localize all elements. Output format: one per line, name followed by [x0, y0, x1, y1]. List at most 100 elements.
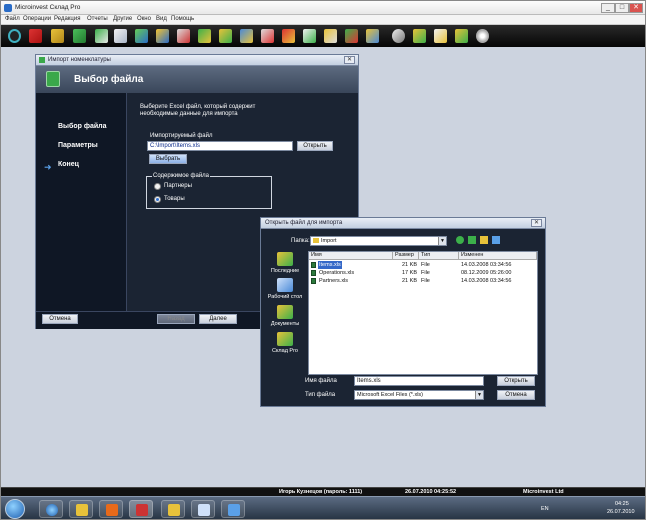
- place-recent[interactable]: Последние: [265, 252, 305, 274]
- file-row[interactable]: Partners.xls 21 KB File 14.03.2008 03:34…: [309, 277, 537, 285]
- choose-file-button[interactable]: Выбрать: [149, 154, 187, 164]
- tools-icon: [168, 504, 180, 516]
- folder-icon: [76, 504, 88, 516]
- column-modified[interactable]: Изменен: [459, 252, 537, 260]
- file-row[interactable]: Items.xls 21 KB File 14.03.2008 03:34:56: [309, 261, 537, 269]
- menu-help[interactable]: Помощь: [171, 16, 194, 22]
- cart-icon[interactable]: [177, 29, 190, 43]
- person-icon[interactable]: [135, 29, 148, 43]
- start-button[interactable]: [5, 499, 25, 519]
- boxes-green-icon[interactable]: [198, 29, 211, 43]
- boxes-stack-icon[interactable]: [345, 29, 358, 43]
- chevron-down-icon[interactable]: ▼: [438, 237, 446, 245]
- book-icon[interactable]: [95, 29, 108, 43]
- open-button[interactable]: Открыть: [497, 376, 535, 386]
- open-dialog-caption-bar: Открыть файл для импорта ✕: [261, 218, 545, 229]
- column-type[interactable]: Тип: [419, 252, 459, 260]
- filename-input[interactable]: Items.xls: [354, 376, 484, 386]
- menu-view[interactable]: Вид: [156, 16, 167, 22]
- step-end: Конец: [58, 161, 79, 168]
- menu-bar: Файл Операции Редакция Отчеты Другие Окн…: [1, 15, 645, 25]
- place-documents[interactable]: Документы: [265, 305, 305, 327]
- radio-partners[interactable]: [154, 183, 161, 190]
- media-player-icon: [106, 504, 118, 516]
- file-size: 17 KB: [402, 270, 417, 276]
- excel-file-icon: [311, 278, 316, 284]
- menu-edit[interactable]: Редакция: [54, 16, 80, 22]
- language-indicator[interactable]: EN: [541, 506, 549, 512]
- import-header: Выбор файла: [36, 66, 358, 93]
- chevron-down-icon[interactable]: ▼: [475, 391, 483, 399]
- boxes-icon[interactable]: [156, 29, 169, 43]
- filetype-select[interactable]: Microsoft Excel Files (*.xls) ▼: [354, 390, 484, 400]
- cancel-button[interactable]: Отмена: [497, 390, 535, 400]
- boxes-yellow-icon[interactable]: [219, 29, 232, 43]
- filename-label: Имя файла: [305, 378, 337, 384]
- menu-operations[interactable]: Операции: [23, 16, 51, 22]
- box-red-icon[interactable]: [29, 29, 42, 43]
- tray-time[interactable]: 04:25: [615, 501, 629, 507]
- radio-goods[interactable]: [154, 196, 161, 203]
- open-file-button[interactable]: Открыть: [297, 141, 333, 151]
- menu-reports[interactable]: Отчеты: [87, 16, 108, 22]
- boxes-red-icon[interactable]: [282, 29, 295, 43]
- open-dialog-caption: Открыть файл для импорта: [265, 220, 343, 226]
- desktop-icon: [277, 278, 293, 292]
- app-window: Microinvest Склад Pro _ □ ✕ Файл Операци…: [0, 0, 646, 520]
- internet-explorer-icon: [46, 504, 58, 516]
- radio-goods-label: Товары: [164, 196, 185, 202]
- box-down-icon[interactable]: [455, 29, 468, 43]
- import-close-button[interactable]: ✕: [344, 56, 355, 64]
- status-user: Игорь Кузнецов (пароль: 1111): [279, 489, 363, 495]
- column-size[interactable]: Размер: [393, 252, 419, 260]
- sklad-pro-icon: [136, 504, 148, 516]
- step-parameters: Параметры: [58, 142, 98, 149]
- taskbar-window[interactable]: [221, 500, 245, 518]
- file-row[interactable]: Operations.xls 17 KB File 08.12.2009 05:…: [309, 269, 537, 277]
- close-button[interactable]: ✕: [629, 3, 643, 13]
- box-list-icon[interactable]: [434, 29, 447, 43]
- place-sklad-pro[interactable]: Склад Pro: [265, 332, 305, 354]
- new-folder-icon[interactable]: [480, 236, 488, 244]
- file-path-input[interactable]: C:\Import\Items.xls: [147, 141, 293, 151]
- import-cancel-button[interactable]: Отмена: [42, 314, 78, 324]
- place-desktop[interactable]: Рабочий стол: [265, 278, 305, 300]
- taskbar-sklad-pro[interactable]: [129, 500, 153, 518]
- view-menu-icon[interactable]: [492, 236, 500, 244]
- minimize-button[interactable]: _: [601, 3, 615, 13]
- maximize-button[interactable]: □: [615, 3, 629, 13]
- menu-other[interactable]: Другие: [113, 16, 132, 22]
- back-icon[interactable]: [456, 236, 464, 244]
- taskbar-explorer[interactable]: [69, 500, 93, 518]
- taskbar-ie[interactable]: [39, 500, 63, 518]
- open-dialog-close-button[interactable]: ✕: [531, 219, 542, 227]
- menu-window[interactable]: Окно: [137, 16, 151, 22]
- back-button[interactable]: Назад: [157, 314, 195, 324]
- folder-select[interactable]: Import ▼: [310, 236, 447, 246]
- file-label: Импортируемый файл: [150, 133, 213, 139]
- box-yellow-icon[interactable]: [51, 29, 64, 43]
- box-star-icon[interactable]: [366, 29, 379, 43]
- column-name[interactable]: Имя: [309, 252, 393, 260]
- box-arrow-icon[interactable]: [413, 29, 426, 43]
- next-button[interactable]: Далее: [199, 314, 237, 324]
- box-cart-icon[interactable]: [261, 29, 274, 43]
- taskbar-media[interactable]: [99, 500, 123, 518]
- tray-date[interactable]: 26.07.2010: [607, 509, 635, 515]
- file-type: File: [421, 270, 430, 276]
- boxes-blue-icon[interactable]: [240, 29, 253, 43]
- app-icon: [4, 4, 12, 12]
- box-green-icon[interactable]: [73, 29, 86, 43]
- taskbar-tools[interactable]: [161, 500, 185, 518]
- menu-file[interactable]: Файл: [5, 16, 20, 22]
- folder-icon: [313, 238, 319, 243]
- taskbar-paint[interactable]: [191, 500, 215, 518]
- document-arrow-icon[interactable]: [303, 29, 316, 43]
- gear-clock-icon[interactable]: [392, 29, 405, 43]
- up-folder-icon[interactable]: [468, 236, 476, 244]
- boxes-cart-icon[interactable]: [324, 29, 337, 43]
- power-icon[interactable]: [8, 29, 21, 43]
- document-icon[interactable]: [114, 29, 127, 43]
- file-modified: 14.03.2008 03:34:56: [461, 278, 512, 284]
- cd-icon[interactable]: [476, 29, 489, 43]
